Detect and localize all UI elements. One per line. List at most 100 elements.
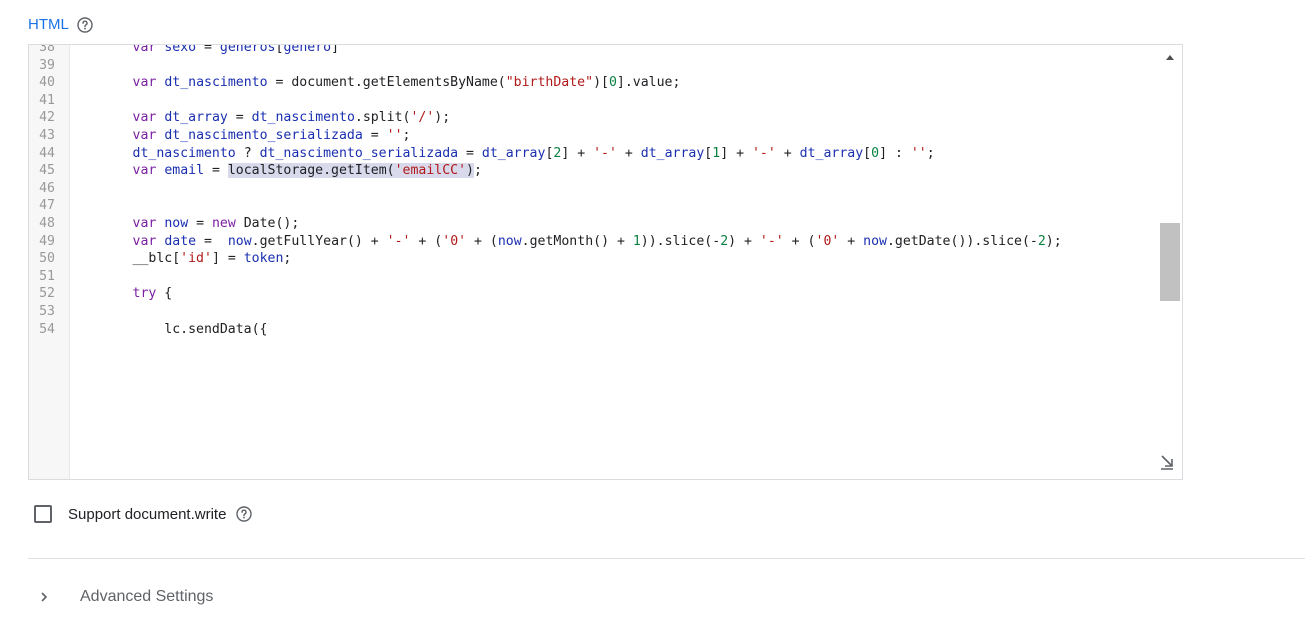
code-line[interactable]: 46 ​ [29,180,1157,198]
code-token: ; [474,163,482,179]
code-text: ​ [69,197,1157,215]
code-token: )[ [593,75,609,91]
code-token: '-' [593,145,617,161]
html-section-title: HTML [28,16,69,33]
code-token: ; [926,145,935,161]
code-token: '0' [442,233,467,249]
scroll-thumb[interactable] [1160,223,1180,301]
code-line[interactable]: 42 var dt_array = dt_nascimento.split('/… [29,109,1157,127]
code-token: 'id' [180,251,212,267]
code-line[interactable]: 52 try { [29,285,1157,303]
code-token: = [362,127,387,143]
code-token: date [164,233,197,249]
support-document-write-checkbox[interactable] [34,505,52,523]
code-token: '' [386,127,403,143]
code-token: 'emailCC' [394,163,467,179]
html-section-header: HTML [28,16,93,33]
line-number: 52 [39,286,55,302]
code-token: .getFullYear() + [251,233,387,249]
code-token: generos [219,44,276,55]
code-token: ].value; [616,75,681,91]
chevron-right-icon [41,592,48,602]
code-token: .split( [354,110,411,126]
code-token: = [188,215,212,231]
code-token: ] : [879,145,911,161]
code-editor[interactable]: 38 var sexo = generos[genero]39​40 var d… [28,44,1183,480]
code-token: 1 [632,233,641,249]
code-line[interactable]: 45 var email = localStorage.getItem('ema… [29,162,1157,180]
support-document-write-option[interactable]: Support document.write [34,505,253,523]
code-token: dt_nascimento [132,145,236,161]
code-token: = [196,233,228,249]
code-token: token [243,251,284,267]
code-text: ​ [69,303,1157,321]
code-token: { [156,286,173,302]
code-token: + [839,233,864,249]
help-icon[interactable] [236,506,253,522]
code-token: Date(); [235,215,300,231]
line-number: 45 [39,163,55,179]
code-line[interactable]: 54 lc.sendData({ [29,321,1157,339]
code-token: ] + [720,145,752,161]
line-number: 53 [39,303,55,319]
code-token: dt_nascimento_serializada [259,145,459,161]
code-line[interactable]: 38 var sexo = generos[genero] [29,44,1157,57]
code-text: var dt_nascimento_serializada = ''; [69,127,1157,145]
code-token: 0 [608,75,617,91]
line-number: 51 [39,268,55,284]
line-number: 40 [39,75,55,91]
code-line[interactable]: 40 var dt_nascimento = document.getEleme… [29,74,1157,92]
code-text: __blc['id'] = token; [69,250,1157,268]
code-line[interactable]: 48 var now = new Date(); [29,215,1157,233]
code-token: email [164,163,205,179]
code-line[interactable]: 50 __blc['id'] = token; [29,250,1157,268]
resize-handle-icon[interactable] [1158,453,1176,471]
code-text: var dt_nascimento = document.getElements… [69,74,1157,92]
line-number: 47 [39,198,55,214]
code-token: + [775,145,800,161]
section-divider [28,558,1305,559]
code-token: ); [1045,233,1062,249]
code-token: ? [235,145,260,161]
code-line[interactable]: 43 var dt_nascimento_serializada = ''; [29,127,1157,145]
code-area[interactable]: 38 var sexo = generos[genero]39​40 var d… [29,44,1157,339]
help-icon[interactable] [77,16,93,33]
code-token: ); [434,110,451,126]
code-line[interactable]: 49 var date = now.getFullYear() + '-' + … [29,233,1157,251]
code-token: sexo [164,44,197,55]
code-token: 1 [712,145,721,161]
code-text: var email = localStorage.getItem('emailC… [69,162,1157,180]
code-token: ; [283,251,292,267]
code-token: dt_array [164,110,228,126]
code-token: var [132,110,157,126]
code-token: = [204,163,228,179]
code-line[interactable]: 41 ​ [29,92,1157,110]
support-document-write-label[interactable]: Support document.write [68,506,226,523]
code-line[interactable]: 44 dt_nascimento ? dt_nascimento_seriali… [29,145,1157,163]
code-line[interactable]: 53 ​ [29,303,1157,321]
code-line[interactable]: 47 ​ [29,197,1157,215]
code-line[interactable]: 51 ​ [29,268,1157,286]
advanced-settings-toggle[interactable]: Advanced Settings [38,588,213,606]
scroll-up-arrow-icon[interactable] [1166,55,1174,60]
code-token: var [132,75,157,91]
editor-scrollbar[interactable] [1157,45,1182,479]
line-number: 46 [39,180,55,196]
advanced-settings-label[interactable]: Advanced Settings [80,588,213,606]
code-token: .getDate()).slice(- [886,233,1038,249]
code-token: now [497,233,522,249]
code-token: = [227,110,252,126]
code-token: ] = [211,251,244,267]
code-token: = [458,145,482,161]
code-token: '/' [410,110,435,126]
code-token: = [196,44,220,55]
line-number: 38 [39,44,55,55]
code-token: ) [466,163,474,179]
code-token: var [132,44,157,55]
code-line[interactable]: 39 ​ [29,57,1157,75]
